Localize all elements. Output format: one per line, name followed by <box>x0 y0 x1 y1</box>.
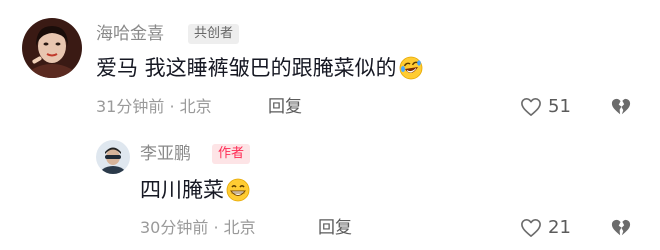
comment-time-location: 31分钟前 · 北京 <box>96 97 212 116</box>
avatar[interactable] <box>22 18 82 78</box>
reply-time-location: 30分钟前 · 北京 <box>140 218 256 237</box>
comment-dislike-button[interactable] <box>610 97 632 117</box>
reply-like-button[interactable]: 21 <box>520 218 571 238</box>
user-avatar-image <box>22 18 82 78</box>
co-creator-badge: 共创者 <box>188 24 240 44</box>
reply-dislike-button[interactable] <box>610 218 632 238</box>
reply-text: 四川腌菜 <box>140 178 224 202</box>
grinning-face-emoji-icon <box>226 178 250 202</box>
broken-heart-icon <box>611 98 631 115</box>
reply-text-row: 四川腌菜 <box>140 176 250 204</box>
heart-outline-icon <box>521 98 541 116</box>
comment-like-count: 51 <box>548 96 571 117</box>
author-badge: 作者 <box>212 144 251 164</box>
comment-like-button[interactable]: 51 <box>520 97 571 117</box>
reply-like-count: 21 <box>548 217 571 238</box>
comment-text-row: 爱马 我这睡裤皱巴的跟腌菜似的 <box>96 54 423 82</box>
reply-username[interactable]: 李亚鹏 <box>140 144 191 164</box>
author-avatar[interactable] <box>96 140 130 174</box>
comment-reply-button[interactable]: 回复 <box>268 97 302 117</box>
reply-reply-button[interactable]: 回复 <box>318 218 352 238</box>
comment-text: 爱马 我这睡裤皱巴的跟腌菜似的 <box>96 56 397 80</box>
comment-username[interactable]: 海哈金喜 <box>96 24 164 44</box>
broken-heart-icon <box>611 219 631 236</box>
author-avatar-image <box>96 140 130 174</box>
heart-outline-icon <box>521 219 541 237</box>
rolling-laughing-emoji-icon <box>399 56 423 80</box>
